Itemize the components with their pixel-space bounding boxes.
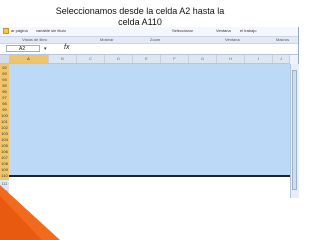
orange-decorative-shape-dark (0, 196, 42, 240)
formula-bar: A2 ▾ fx (0, 44, 298, 55)
column-header-a[interactable]: A (9, 55, 49, 63)
ribbon-group-labels: Vistas de libro Mostrar Zoom Ventana Mac… (0, 37, 298, 44)
column-header-i[interactable]: I (245, 55, 273, 63)
group-window: Ventana (225, 37, 240, 42)
group-book-views: Vistas de libro (22, 37, 48, 42)
ribbon: ar página variable sin titulo Selecciona… (0, 27, 298, 37)
name-box[interactable]: A2 (6, 45, 40, 52)
excel-window: ar página variable sin titulo Selecciona… (0, 27, 299, 198)
ribbon-page-label[interactable]: ar página (11, 28, 28, 34)
ribbon-variable-label[interactable]: variable sin titulo (36, 28, 66, 34)
ribbon-select-label[interactable]: Seleccionar (172, 28, 193, 34)
row-header[interactable]: 110 (0, 172, 9, 180)
column-header-g[interactable]: G (189, 55, 217, 63)
column-header-c[interactable]: C (77, 55, 105, 63)
vertical-scrollbar[interactable] (290, 64, 299, 198)
column-headers: A B C D E F G H I J (0, 55, 290, 64)
column-header-j[interactable]: J (273, 55, 290, 63)
slide-caption: Seleccionamos desde la celda A2 hasta la… (55, 6, 225, 27)
name-box-dropdown-icon[interactable]: ▾ (44, 46, 47, 52)
selected-range[interactable] (9, 64, 290, 175)
column-header-d[interactable]: D (105, 55, 133, 63)
ribbon-workspace-label[interactable]: el trabajo (240, 28, 256, 34)
group-macros: Macros (276, 37, 290, 42)
column-header-f[interactable]: F (161, 55, 189, 63)
group-zoom: Zoom (150, 37, 161, 42)
column-header-e[interactable]: E (133, 55, 161, 63)
column-header-h[interactable]: H (217, 55, 245, 63)
fx-icon[interactable]: fx (64, 44, 69, 51)
scrollbar-thumb[interactable] (292, 70, 297, 190)
group-show: Mostrar (100, 37, 114, 42)
column-header-b[interactable]: B (49, 55, 77, 63)
page-layout-icon[interactable] (3, 28, 9, 34)
ribbon-window-label[interactable]: Ventana (216, 28, 231, 34)
